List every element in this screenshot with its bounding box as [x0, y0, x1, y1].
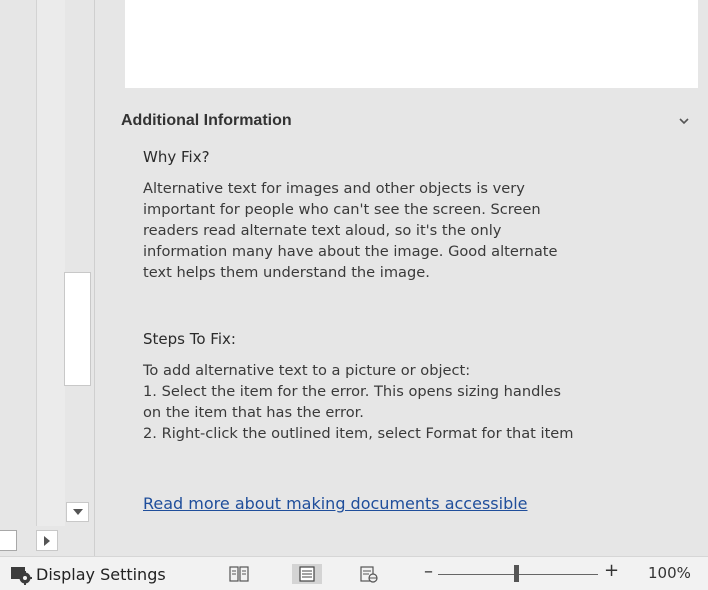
steps-line: 1. Select the item for the error. This o… — [143, 383, 561, 400]
steps-to-fix-heading: Steps To Fix: — [143, 330, 236, 348]
scroll-down-arrow-icon[interactable] — [66, 502, 89, 522]
chevron-down-icon[interactable] — [678, 116, 690, 126]
steps-line: To add alternative text to a picture or … — [143, 362, 471, 379]
display-settings-label: Display Settings — [36, 564, 166, 584]
zoom-slider-thumb[interactable] — [514, 565, 519, 582]
vertical-scrollbar-track[interactable] — [36, 0, 65, 526]
why-fix-line: readers read alternate text aloud, so it… — [143, 222, 502, 239]
why-fix-heading: Why Fix? — [143, 148, 210, 166]
document-area — [0, 0, 36, 556]
steps-line: on the item that has the error. — [143, 404, 364, 421]
section-title: Additional Information — [121, 112, 292, 129]
read-mode-icon[interactable] — [228, 564, 250, 584]
zoom-level[interactable]: 100% — [648, 564, 691, 582]
inspection-results-list — [125, 0, 698, 88]
web-layout-icon[interactable] — [358, 564, 380, 584]
steps-line: 2. Right-click the outlined item, select… — [143, 425, 574, 442]
display-settings-button[interactable]: Display Settings — [10, 562, 166, 586]
vertical-scrollbar-thumb[interactable] — [64, 272, 91, 386]
read-more-link[interactable]: Read more about making documents accessi… — [143, 494, 528, 513]
scroll-right-arrow-icon[interactable] — [36, 530, 58, 551]
why-fix-line: text helps them understand the image. — [143, 264, 430, 281]
display-settings-icon — [11, 567, 32, 585]
why-fix-text: Alternative text for images and other ob… — [143, 178, 688, 283]
additional-information-header[interactable]: Additional Information — [121, 108, 696, 134]
zoom-out-button[interactable]: – — [424, 561, 433, 582]
why-fix-line: important for people who can't see the s… — [143, 201, 541, 218]
why-fix-line: information many have about the image. G… — [143, 243, 558, 260]
zoom-in-button[interactable]: + — [604, 560, 619, 581]
steps-to-fix-text: To add alternative text to a picture or … — [143, 360, 688, 444]
horizontal-scrollbar-thumb[interactable] — [0, 530, 17, 551]
print-layout-icon[interactable] — [292, 564, 322, 584]
why-fix-line: Alternative text for images and other ob… — [143, 180, 525, 197]
status-bar: Display Settings – + 100% — [0, 556, 708, 590]
